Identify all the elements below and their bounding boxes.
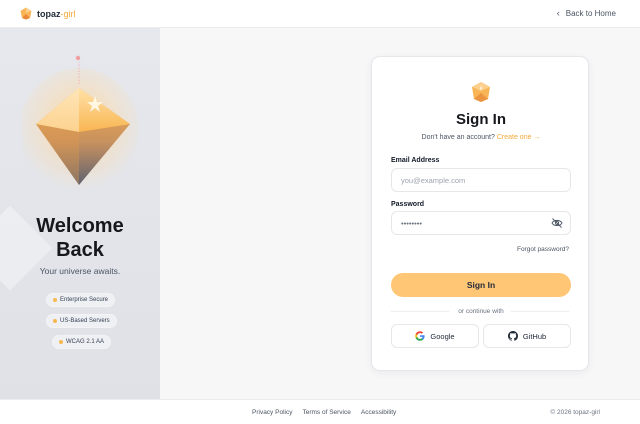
brand-logo[interactable]: topaz -girl (20, 7, 76, 20)
google-sign-in-button[interactable]: Google (391, 324, 479, 348)
badge-us-based-servers: US-Based Servers (47, 315, 116, 327)
forgot-password-link[interactable]: Forgot password? (517, 246, 569, 253)
footer-links: Privacy Policy Terms of Service Accessib… (252, 409, 396, 416)
hero-panel: Welcome Back Your universe awaits. Enter… (0, 28, 160, 399)
brand-name: topaz (37, 8, 61, 19)
badge-label: US-Based Servers (60, 318, 110, 324)
github-icon (507, 331, 518, 341)
badge-dot-icon (53, 298, 57, 302)
copyright-text: © 2026 topaz-girl (550, 409, 600, 416)
badge-label: WCAG 2.1 AA (66, 339, 105, 345)
back-to-home-link[interactable]: ‹ Back to Home (556, 8, 616, 19)
email-label: Email Address (391, 157, 440, 164)
terms-of-service-link[interactable]: Terms of Service (302, 409, 350, 416)
password-label: Password (391, 201, 425, 208)
sign-in-card: Sign In Don't have an account? Create on… (371, 56, 589, 371)
tagline: Your universe awaits. (39, 266, 121, 276)
top-navigation-bar: topaz -girl ‹ Back to Home (0, 0, 640, 28)
privacy-policy-link[interactable]: Privacy Policy (252, 409, 292, 416)
divider-line (511, 311, 569, 312)
badge-wcag: WCAG 2.1 AA (53, 336, 111, 348)
badge-enterprise-secure: Enterprise Secure (47, 294, 115, 306)
github-sign-in-button[interactable]: GitHub (483, 324, 571, 348)
badge-dot-icon (53, 319, 57, 323)
page-footer: Privacy Policy Terms of Service Accessib… (0, 399, 640, 424)
back-to-home-label: Back to Home (565, 9, 616, 18)
topaz-crystal-illustration (22, 55, 139, 192)
create-account-link[interactable]: Create one → (497, 134, 541, 141)
welcome-headline-line1: Welcome (36, 215, 124, 237)
brand-suffix: -girl (60, 8, 76, 19)
accessibility-link[interactable]: Accessibility (361, 409, 396, 416)
sign-in-button[interactable]: Sign In (391, 273, 571, 297)
topaz-gem-icon (472, 82, 490, 102)
topaz-gem-icon (20, 7, 32, 20)
sign-in-title: Sign In (456, 111, 506, 128)
chevron-left-icon: ‹ (556, 8, 560, 18)
signup-prompt-text: Don't have an account? (421, 134, 495, 141)
badge-label: Enterprise Secure (60, 297, 109, 303)
eye-off-icon[interactable] (551, 217, 563, 229)
github-label: GitHub (522, 331, 547, 341)
signup-prompt: Don't have an account? Create one → (372, 134, 590, 141)
password-field[interactable] (391, 211, 571, 235)
email-field[interactable] (391, 168, 571, 192)
welcome-headline-line2: Back (56, 239, 104, 261)
google-label: Google (430, 331, 455, 341)
badge-dot-icon (59, 340, 63, 344)
google-icon (415, 331, 426, 341)
